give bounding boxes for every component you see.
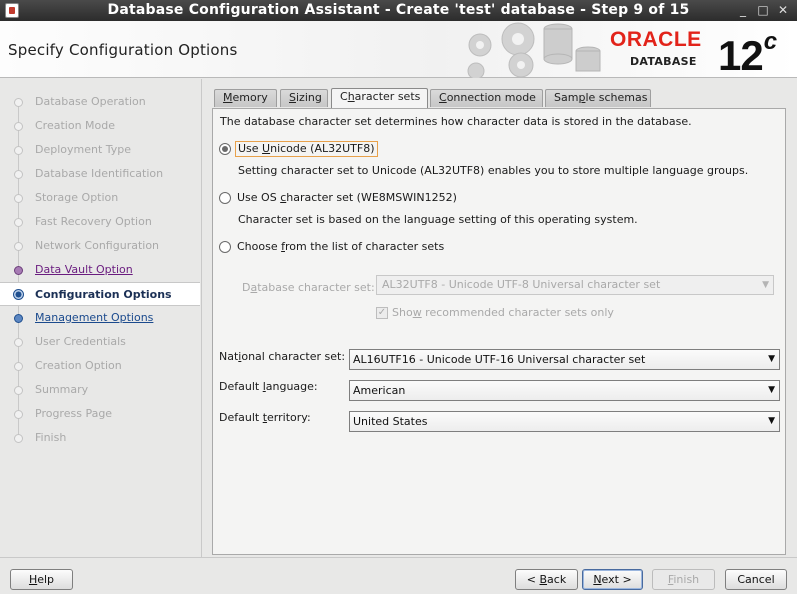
os-charset-help-text: Character set is based on the language s… [238,213,638,226]
step-database-identification: Database Identification [0,162,200,186]
step-marker-icon [14,98,23,107]
next-button[interactable]: Next > [582,569,643,590]
step-label: Deployment Type [35,143,132,156]
step-marker-icon [14,242,23,251]
use-os-charset-label[interactable]: Use OS character set (WE8MSWIN1252) [235,189,459,207]
tab-character-sets[interactable]: Character sets [331,88,428,108]
national-charset-value: AL16UTF16 - Unicode UTF-16 Universal cha… [353,353,646,366]
version-badge: 12c [718,28,777,79]
step-marker-icon [14,218,23,227]
oracle-wordmark: ORACLE [610,28,702,51]
default-territory-value: United States [353,415,428,428]
database-charset-select: AL32UTF8 - Unicode UTF-8 Universal chara… [376,275,774,295]
tab-connection-mode[interactable]: Connection mode [430,89,543,107]
chevron-down-icon[interactable]: ▼ [768,412,775,431]
main-content: Memory Sizing Character sets Connection … [201,79,797,557]
step-label: Finish [35,431,67,444]
step-marker-icon [14,338,23,347]
use-unicode-label[interactable]: Use Unicode (AL32UTF8) [235,141,378,157]
step-configuration-options: Configuration Options [0,282,200,306]
tab-sizing[interactable]: Sizing [280,89,328,107]
cancel-button[interactable]: Cancel [725,569,787,590]
national-charset-select[interactable]: AL16UTF16 - Unicode UTF-16 Universal cha… [349,349,780,370]
step-management-options[interactable]: Management Options [0,306,200,330]
step-creation-mode: Creation Mode [0,114,200,138]
chevron-down-icon: ▼ [762,280,769,290]
step-label: Progress Page [35,407,113,420]
step-label: Database Identification [35,167,164,180]
use-os-charset-radio[interactable] [219,192,231,204]
show-recommended-checkbox: ✓ [376,307,388,319]
step-deployment-type: Deployment Type [0,138,200,162]
step-network-configuration: Network Configuration [0,234,200,258]
window-titlebar: Database Configuration Assistant - Creat… [0,0,797,21]
step-data-vault-option[interactable]: Data Vault Option [0,258,200,282]
character-sets-panel: The database character set determines ho… [212,108,786,555]
default-territory-label: Default territory: [219,411,311,424]
wizard-footer: Help < Back Next > Finish Cancel [0,557,797,594]
step-marker-icon [14,146,23,155]
tab-memory[interactable]: Memory [214,89,277,107]
step-user-credentials: User Credentials [0,330,200,354]
step-label: Creation Mode [35,119,116,132]
step-label: Creation Option [35,359,122,372]
oracle-logo: ORACLE DATABASE [610,28,716,69]
database-wordmark: DATABASE [630,55,697,68]
step-marker-icon [14,314,23,323]
maximize-icon[interactable]: □ [756,3,770,17]
minimize-icon[interactable]: _ [736,3,750,17]
charset-description: The database character set determines ho… [220,115,692,128]
default-language-select[interactable]: American ▼ [349,380,780,401]
step-storage-option: Storage Option [0,186,200,210]
choose-from-list-label[interactable]: Choose from the list of character sets [235,238,446,256]
unicode-help-text: Setting character set to Unicode (AL32UT… [238,164,749,177]
choose-from-list-radio[interactable] [219,241,231,253]
step-marker-icon [14,194,23,203]
step-fast-recovery-option: Fast Recovery Option [0,210,200,234]
use-unicode-radio[interactable] [219,143,231,155]
national-charset-label: National character set: [219,350,346,363]
database-charset-label: Database character set: [242,281,375,294]
step-label: Configuration Options [35,288,172,301]
tab-sample-schemas[interactable]: Sample schemas [545,89,651,107]
step-marker-icon [14,266,23,275]
step-marker-icon [14,362,23,371]
default-territory-select[interactable]: United States ▼ [349,411,780,432]
step-link[interactable]: Data Vault Option [35,258,133,282]
window-title: Database Configuration Assistant - Creat… [107,2,690,18]
default-language-label: Default language: [219,380,318,393]
close-icon[interactable]: ✕ [776,3,790,17]
default-language-value: American [353,384,406,397]
finish-button: Finish [652,569,715,590]
step-link[interactable]: Management Options [35,306,153,330]
wizard-header: Specify Configuration Options ORACLE DAT… [0,21,797,79]
step-database-operation: Database Operation [0,90,200,114]
database-charset-value: AL32UTF8 - Unicode UTF-8 Universal chara… [382,278,661,291]
show-recommended-label: Show recommended character sets only [392,306,614,319]
step-marker-icon [14,434,23,443]
chevron-down-icon[interactable]: ▼ [768,350,775,369]
step-finish: Finish [0,426,200,450]
step-marker-icon [14,386,23,395]
step-label: User Credentials [35,335,126,348]
step-summary: Summary [0,378,200,402]
step-progress-page: Progress Page [0,402,200,426]
step-marker-icon [14,410,23,419]
step-label: Network Configuration [35,239,160,252]
step-creation-option: Creation Option [0,354,200,378]
help-button[interactable]: Help [10,569,73,590]
gears-and-database-icon [467,22,601,78]
wizard-steps-nav: Database Operation Creation Mode Deploym… [0,79,200,557]
chevron-down-icon[interactable]: ▼ [768,381,775,400]
back-button[interactable]: < Back [515,569,578,590]
page-title: Specify Configuration Options [8,41,238,59]
step-marker-icon [14,122,23,131]
step-label: Storage Option [35,191,119,204]
step-marker-icon [14,170,23,179]
step-label: Summary [35,383,89,396]
step-label: Database Operation [35,95,146,108]
current-step-marker-icon [13,289,24,300]
step-label: Fast Recovery Option [35,215,152,228]
